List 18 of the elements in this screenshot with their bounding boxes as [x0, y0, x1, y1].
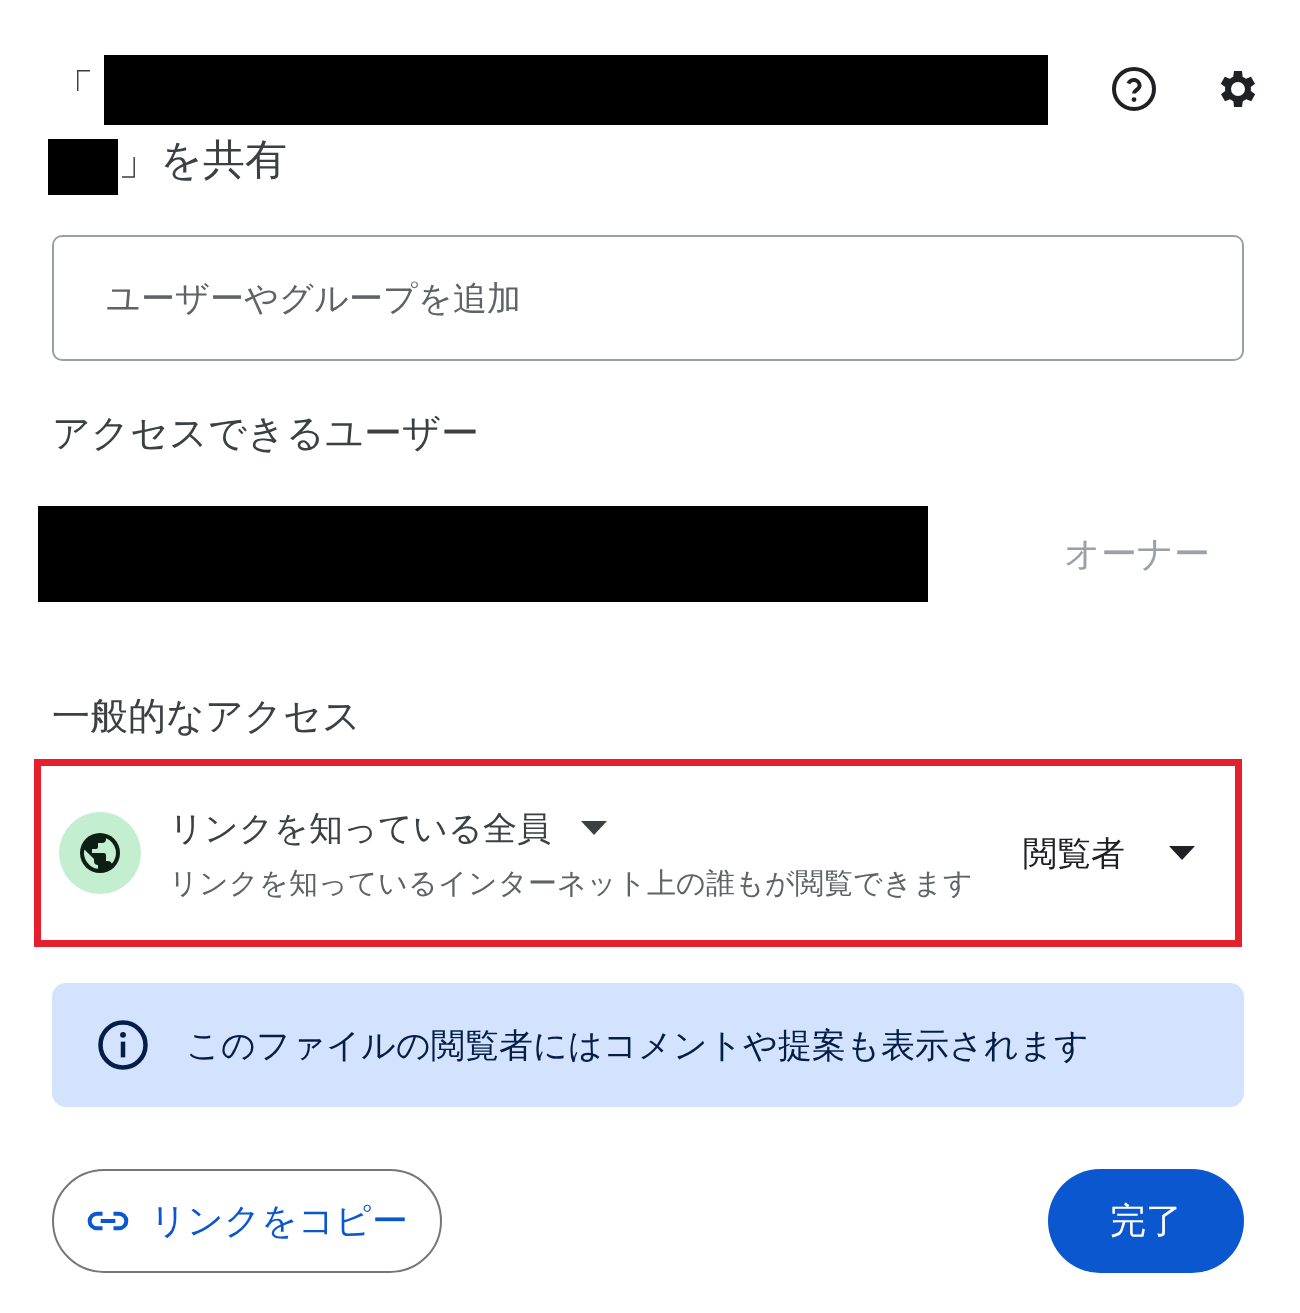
done-button[interactable]: 完了	[1048, 1169, 1244, 1273]
add-people-field[interactable]: ユーザーやグループを追加	[52, 235, 1244, 361]
section-heading: 一般的なアクセス	[51, 693, 362, 740]
info-icon	[96, 1018, 150, 1072]
role-dropdown[interactable]: 閲覧者	[1023, 827, 1195, 879]
owner-role: オーナー	[1064, 532, 1210, 576]
copy-link-button[interactable]: リンクをコピー	[52, 1169, 442, 1273]
section-heading: アクセスできるユーザー	[51, 410, 480, 457]
redaction-bar	[48, 139, 118, 195]
access-scope-dropdown[interactable]: リンクを知っている全員	[169, 802, 607, 854]
access-description: リンクを知っているインターネット上の誰もが閲覧できます	[169, 864, 974, 902]
dialog-title-bracket: 「	[52, 64, 95, 116]
caret-icon	[1169, 846, 1195, 860]
dialog-title: 」を共有	[118, 134, 287, 186]
help-icon[interactable]	[1110, 65, 1158, 113]
caret-icon	[581, 821, 607, 835]
info-message: このファイルの閲覧者にはコメントや提案も表示されます	[186, 1023, 1089, 1067]
link-icon	[86, 1209, 130, 1233]
